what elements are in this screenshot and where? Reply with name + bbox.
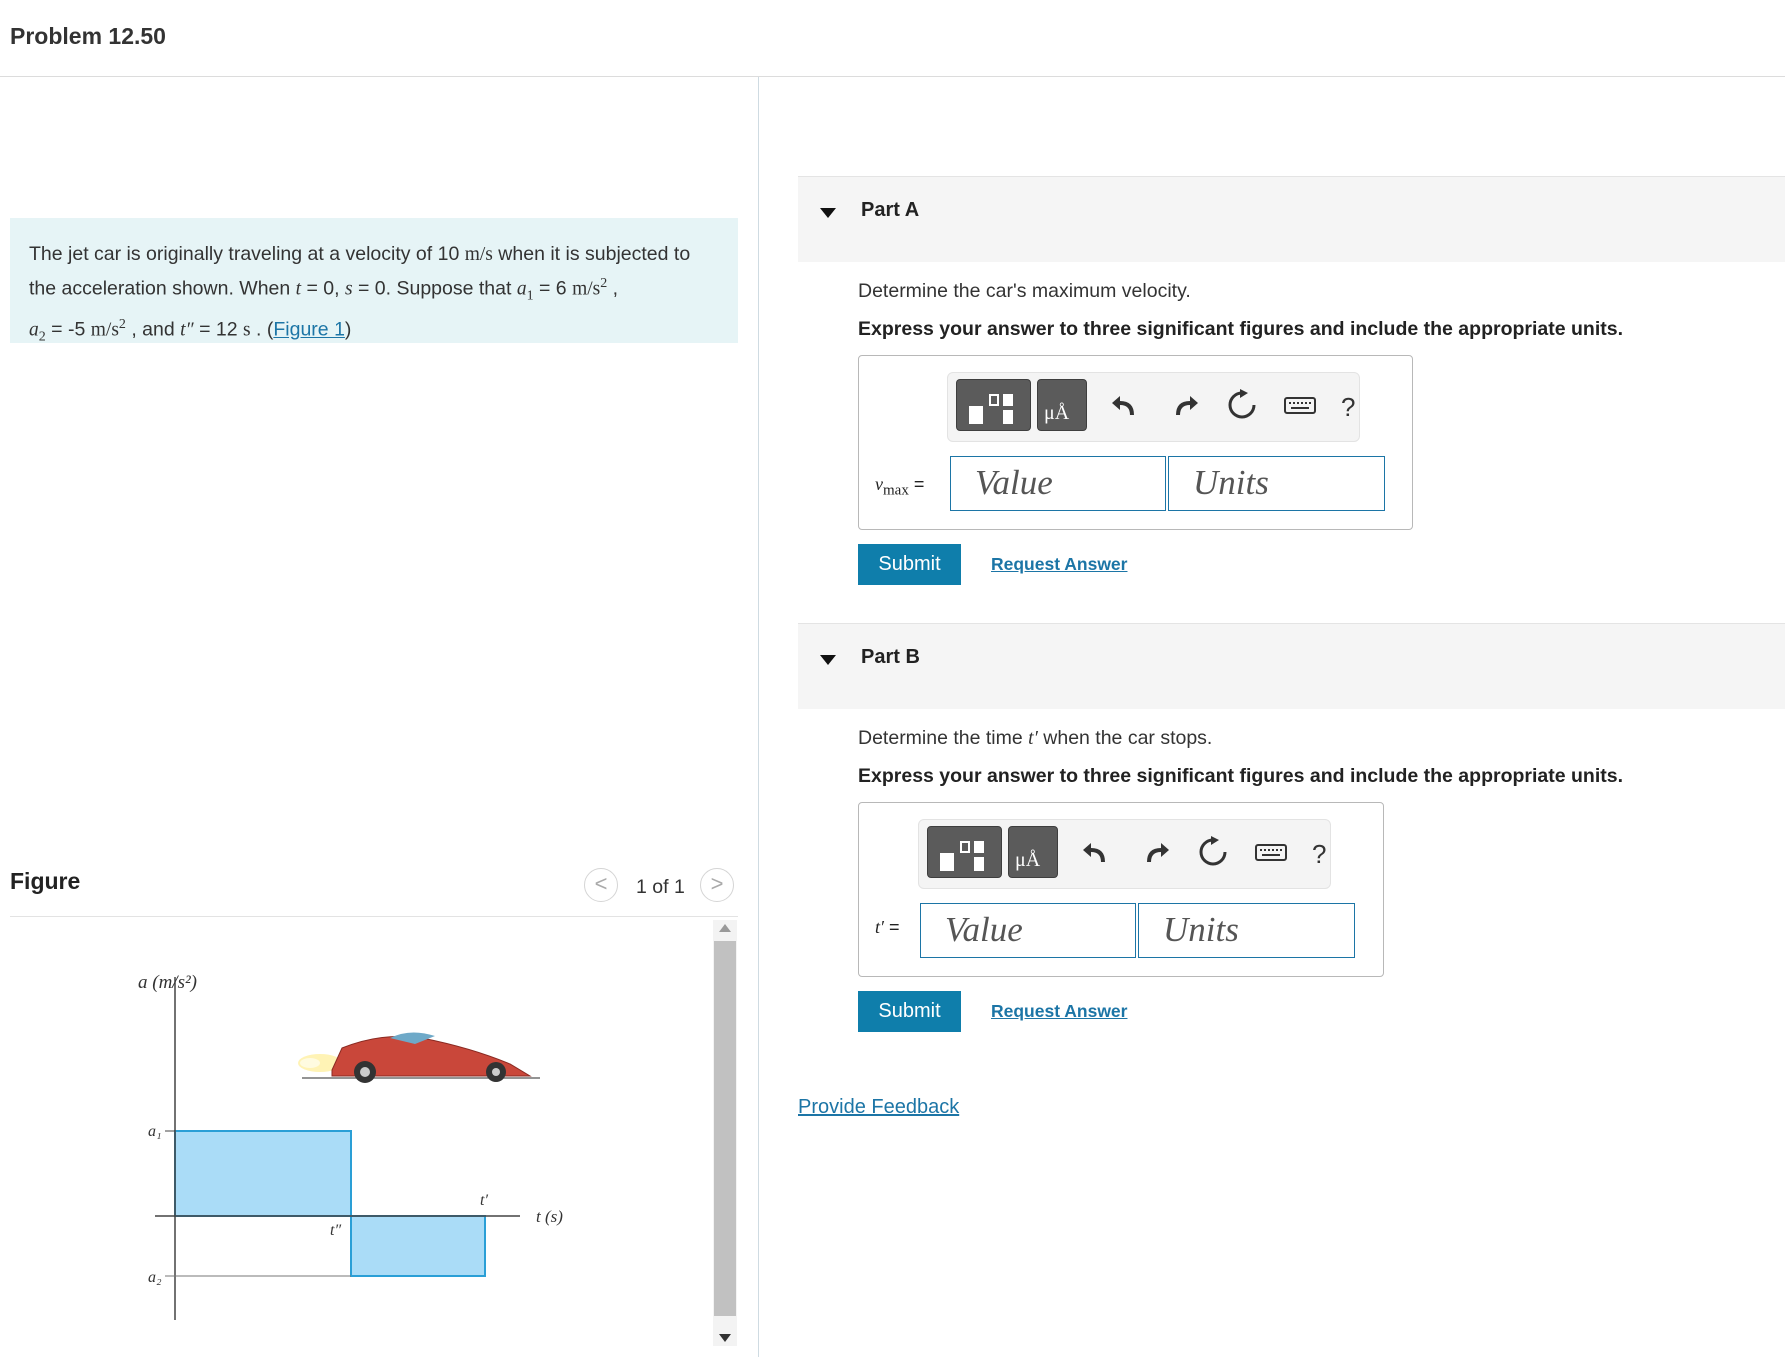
unit: s: [243, 319, 251, 341]
problem-text: = 6: [533, 277, 573, 300]
units-icon[interactable]: μÅ: [1037, 379, 1087, 431]
problem-text: = 12: [193, 318, 244, 341]
units-placeholder: Units: [1193, 463, 1269, 502]
part-a-instruction: Express your answer to three significant…: [858, 318, 1623, 340]
chevron-right-icon: >: [710, 871, 724, 896]
part-a-label: Part A: [861, 199, 920, 221]
part-a-question: Determine the car's maximum velocity.: [858, 280, 1191, 302]
part-b-label: Part B: [861, 646, 920, 668]
help-icon[interactable]: ?: [1312, 839, 1326, 870]
value-placeholder: Value: [975, 463, 1053, 502]
scroll-thumb[interactable]: [714, 941, 736, 1316]
units-icon[interactable]: μÅ: [1008, 826, 1058, 878]
reset-icon[interactable]: [1195, 834, 1231, 870]
next-figure-button[interactable]: >: [700, 868, 734, 902]
part-b-header[interactable]: Part B: [798, 623, 1785, 709]
part-a-answer-box: μÅ ? vmax = Value Units: [858, 355, 1413, 530]
equals-sign: =: [913, 474, 925, 494]
variable: a: [516, 278, 527, 300]
units-input[interactable]: Units: [1168, 456, 1385, 511]
collapse-triangle-icon[interactable]: [820, 208, 836, 218]
problem-text: . (: [250, 318, 274, 341]
units-glyph: μÅ: [1044, 402, 1070, 424]
figure-link[interactable]: Figure 1: [273, 319, 345, 341]
part-b-answer-box: μÅ ? t′ = Value Units: [858, 802, 1384, 977]
problem-text: ,: [607, 277, 619, 300]
value-input[interactable]: Value: [920, 903, 1136, 958]
templates-icon[interactable]: [956, 379, 1031, 431]
variable: v: [875, 474, 883, 494]
units-placeholder: Units: [1163, 910, 1239, 949]
variable: t′: [875, 917, 884, 937]
superscript: 2: [118, 317, 126, 333]
jet-car-icon: [298, 1032, 540, 1083]
t-prime-label: t′: [480, 1192, 488, 1209]
chevron-left-icon: <: [594, 871, 608, 896]
unit: m/s: [90, 319, 119, 341]
variable: t″: [180, 319, 194, 341]
provide-feedback-link[interactable]: Provide Feedback: [798, 1096, 959, 1119]
scroll-down-icon[interactable]: [719, 1334, 731, 1342]
problem-text: The jet car is originally traveling at a…: [29, 243, 465, 265]
unit: m/s: [572, 278, 601, 300]
submit-button[interactable]: Submit: [858, 991, 961, 1032]
submit-button[interactable]: Submit: [858, 544, 961, 585]
collapse-triangle-icon[interactable]: [820, 655, 836, 665]
problem-text: = 0,: [301, 277, 345, 300]
redo-icon[interactable]: [1137, 834, 1173, 870]
y-axis-label: a (m/s²): [138, 972, 197, 993]
question-text: when the car stops.: [1037, 727, 1213, 749]
subscript: max: [883, 482, 909, 499]
reset-icon[interactable]: [1224, 387, 1260, 423]
variable: s: [344, 278, 353, 300]
units-input[interactable]: Units: [1138, 903, 1355, 958]
help-icon[interactable]: ?: [1341, 392, 1355, 423]
figure-heading: Figure: [10, 868, 81, 894]
divider: [10, 916, 738, 917]
variable: t′: [1028, 728, 1038, 749]
subscript: 1: [526, 288, 534, 304]
unit: m/s: [464, 244, 493, 265]
undo-icon[interactable]: [1108, 387, 1144, 423]
redo-icon[interactable]: [1166, 387, 1202, 423]
t-double-prime-label: t″: [330, 1222, 341, 1239]
figure-counter: 1 of 1: [636, 876, 685, 898]
x-axis-label: t (s): [536, 1207, 563, 1226]
problem-text: = -5: [45, 318, 91, 341]
math-toolbar: μÅ ?: [947, 372, 1360, 442]
t-prime-label: t′ =: [875, 917, 899, 938]
keyboard-icon[interactable]: [1282, 387, 1318, 423]
undo-icon[interactable]: [1079, 834, 1115, 870]
part-b-instruction: Express your answer to three significant…: [858, 765, 1623, 787]
request-answer-link[interactable]: Request Answer: [991, 554, 1127, 575]
page-title: Problem 12.50: [10, 23, 166, 49]
math-toolbar: μÅ ?: [918, 819, 1331, 889]
a1-region: [174, 1130, 352, 1217]
a2-region: [350, 1215, 486, 1277]
page-header: Problem 12.50: [0, 0, 1785, 77]
column-divider: [758, 77, 759, 1357]
part-b-question: Determine the time t′ when the car stops…: [858, 727, 1212, 750]
request-answer-link[interactable]: Request Answer: [991, 1001, 1127, 1022]
a2-label: a₂: [148, 1269, 162, 1286]
problem-text: = 0. Suppose that: [352, 277, 517, 300]
problem-statement: The jet car is originally traveling at a…: [10, 218, 738, 345]
variable: a: [29, 319, 39, 341]
equals-sign: =: [888, 917, 900, 937]
templates-icon[interactable]: [927, 826, 1002, 878]
problem-text: , and: [125, 318, 181, 341]
prev-figure-button[interactable]: <: [584, 868, 618, 902]
a1-label: a₁: [148, 1123, 162, 1140]
scroll-up-icon[interactable]: [719, 924, 731, 932]
subscript: 2: [38, 329, 46, 345]
units-glyph: μÅ: [1015, 849, 1041, 871]
question-text: Determine the time: [858, 727, 1029, 749]
value-input[interactable]: Value: [950, 456, 1166, 511]
acceleration-figure: a (m/s²) t (s) a₁ a₂ t″ t′: [138, 972, 563, 1320]
keyboard-icon[interactable]: [1253, 834, 1289, 870]
v-max-label: vmax =: [875, 474, 924, 500]
part-a-header[interactable]: Part A: [798, 176, 1785, 262]
problem-text: ): [344, 318, 352, 341]
value-placeholder: Value: [945, 910, 1023, 949]
